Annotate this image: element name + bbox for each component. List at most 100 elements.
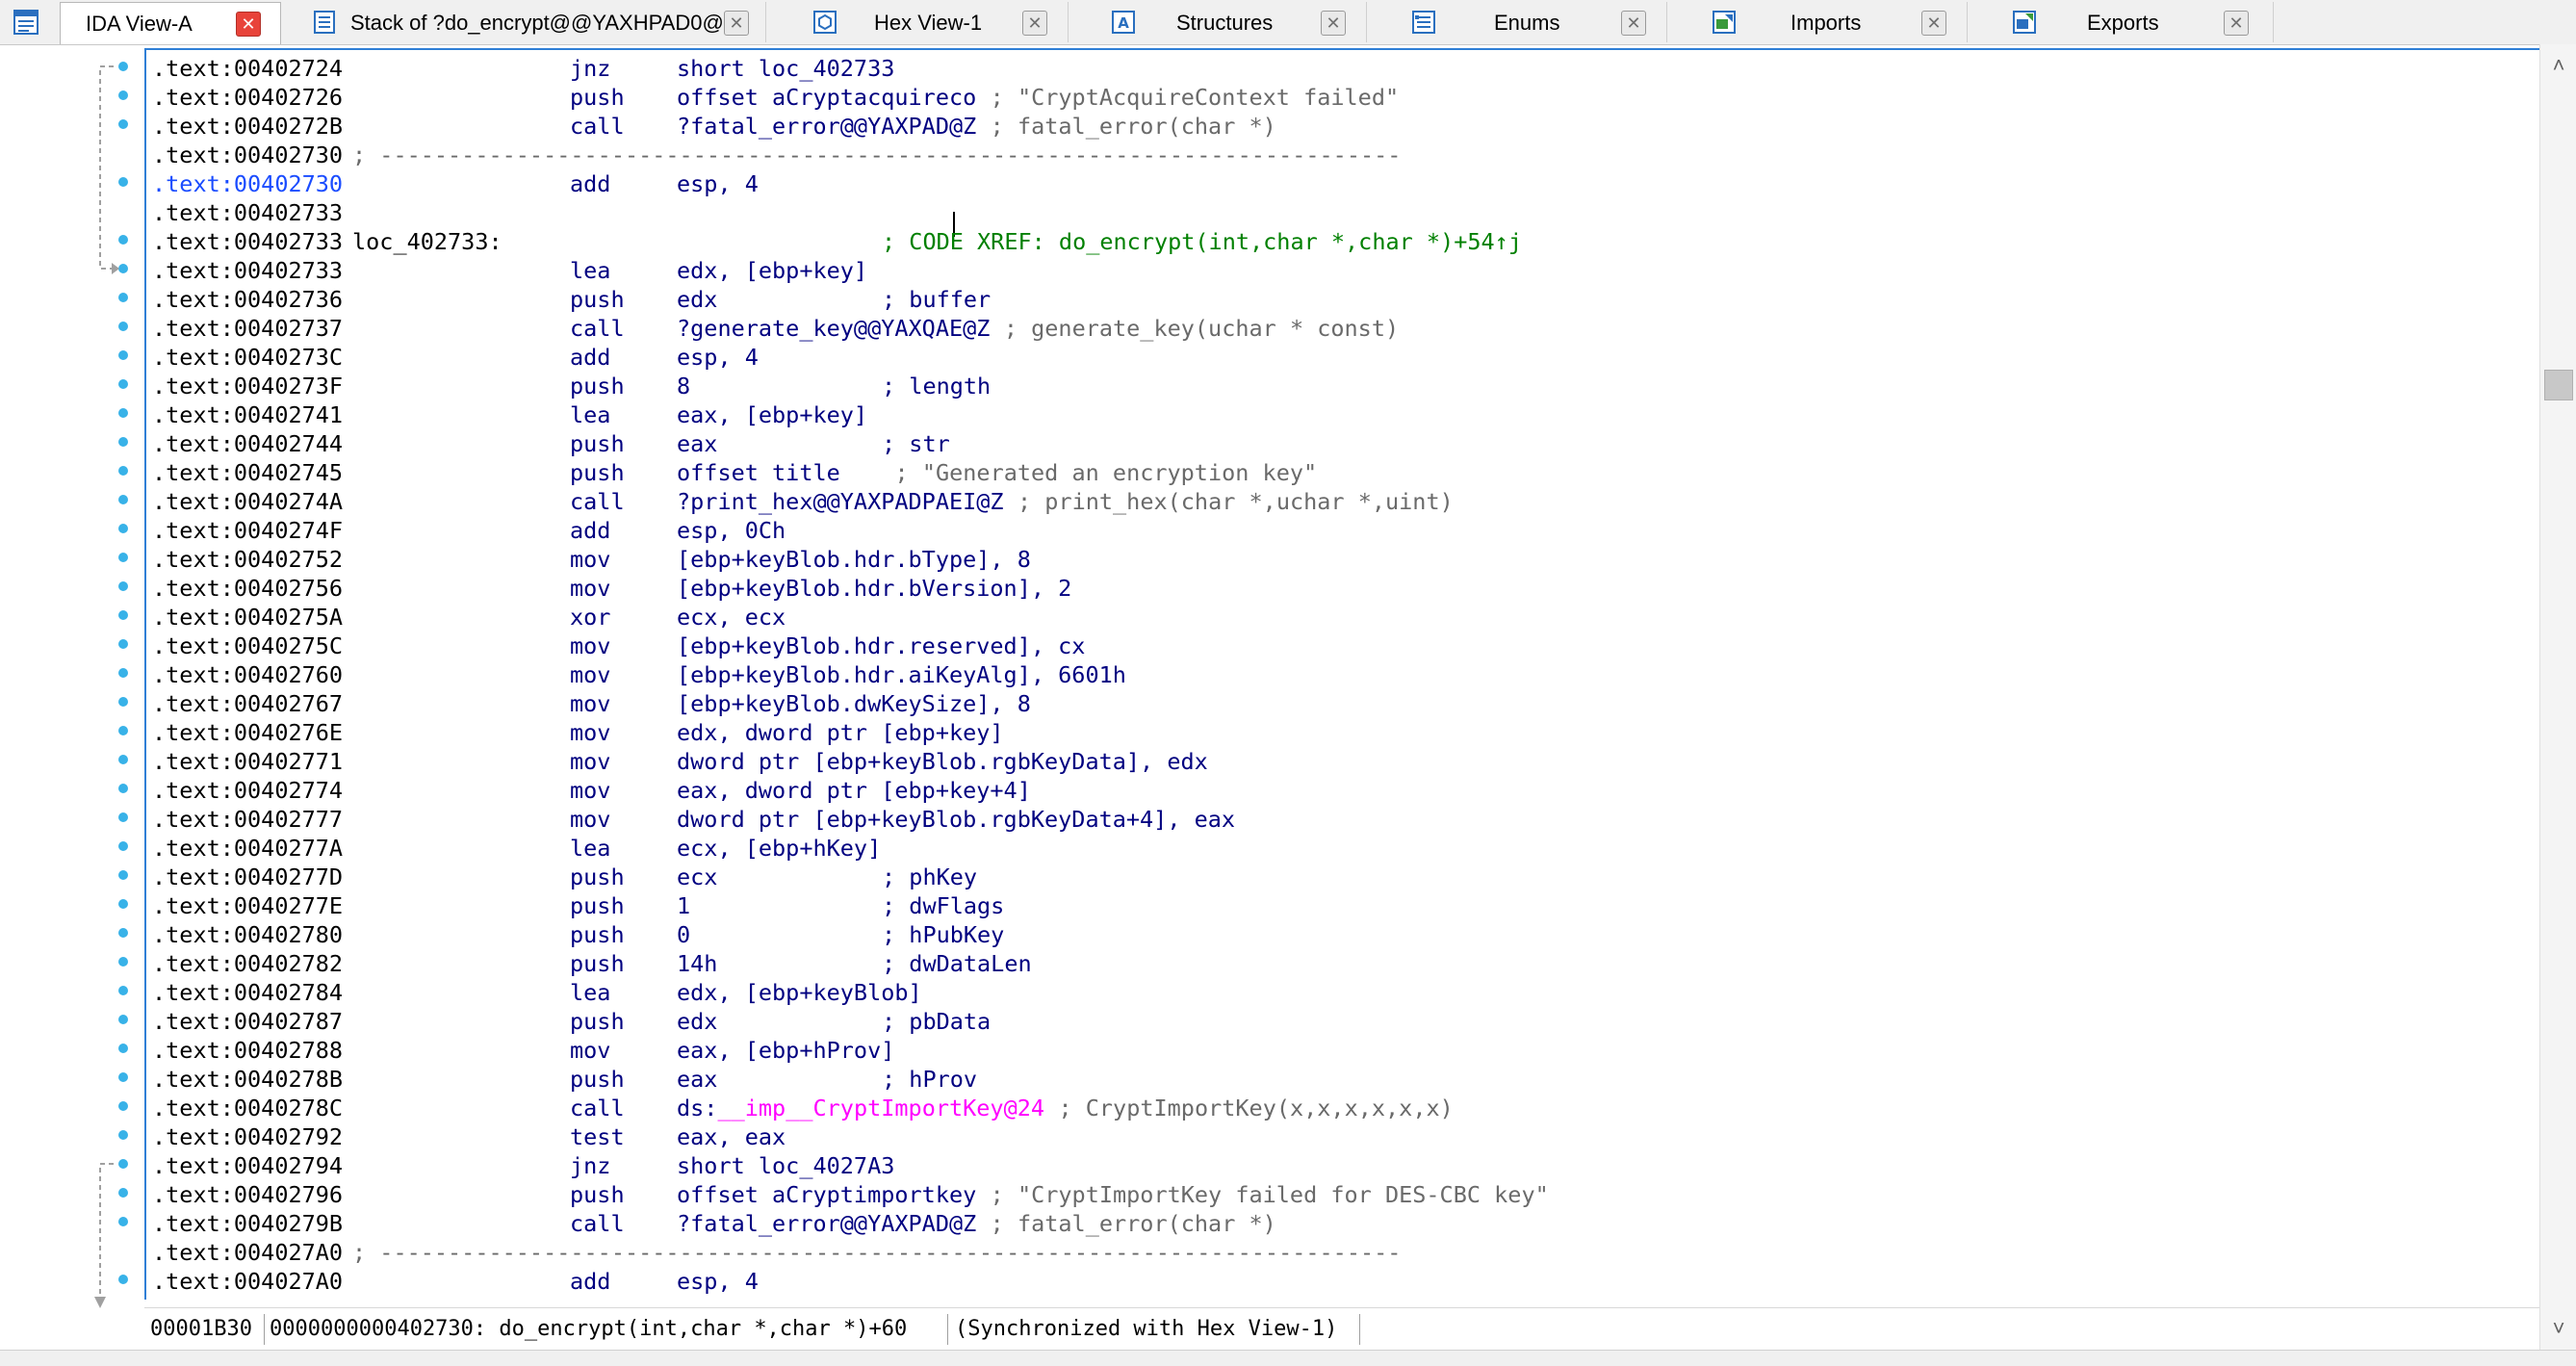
breakpoint-dot-icon xyxy=(118,235,128,245)
listing-line[interactable]: .text:00402745 push offset title ; "Generat… xyxy=(152,458,2530,487)
listing-line[interactable]: .text:0040274F add esp, 0Ch xyxy=(152,516,2530,545)
operands: ?fatal_error@@YAXPAD@Z xyxy=(677,1210,977,1237)
address: .text:00402730 xyxy=(152,142,344,168)
tab-imports[interactable]: Imports ✕ xyxy=(1698,2,1968,42)
tab-exports[interactable]: Exports ✕ xyxy=(1998,2,2274,42)
operands: [ebp+keyBlob.hdr.reserved], cx xyxy=(677,632,1086,659)
listing-line[interactable]: .text:00402733 xyxy=(152,198,2530,227)
listing-line[interactable]: .text:00402792 test eax, eax xyxy=(152,1122,2530,1151)
breakpoint-dot-icon xyxy=(118,350,128,360)
listing-line[interactable]: .text:00402796 push offset aCryptimportkey… xyxy=(152,1180,2530,1209)
listing-line[interactable]: .text:0040277D push ecx ; phKey xyxy=(152,863,2530,891)
vertical-scrollbar[interactable]: ˄ ˅ xyxy=(2539,44,2576,1350)
listing-line[interactable]: .text:0040277E push 1 ; dwFlags xyxy=(152,891,2530,920)
status-sync: (Synchronized with Hex View-1) xyxy=(955,1317,1338,1341)
argument-comment: ; pbData xyxy=(882,1008,992,1035)
listing-line[interactable]: .text:0040276E mov edx, dword ptr [ebp+key… xyxy=(152,718,2530,747)
listing-line[interactable]: .text:00402794 jnz short loc_4027A3 xyxy=(152,1151,2530,1180)
scroll-up-icon[interactable]: ˄ xyxy=(2540,48,2576,83)
close-icon[interactable]: ✕ xyxy=(1321,11,1346,36)
close-icon[interactable]: ✕ xyxy=(724,11,749,36)
tab-label: Exports xyxy=(2087,11,2159,35)
listing-line[interactable]: .text:00402733 loc_402733: ; CODE XREF: do… xyxy=(152,227,2530,256)
breakpoint-dot-icon xyxy=(118,870,128,880)
scroll-down-icon[interactable]: ˅ xyxy=(2540,1311,2576,1346)
tab-ida-view-a[interactable]: IDA View-A ✕ xyxy=(60,2,281,44)
scroll-thumb[interactable] xyxy=(2544,370,2573,400)
status-separator xyxy=(947,1314,948,1345)
tab-hex-view[interactable]: Hex View-1 ✕ xyxy=(799,2,1069,42)
listing-line[interactable]: .text:00402730 ; ------------------------… xyxy=(152,141,2530,169)
listing-line[interactable]: .text:0040272B call ?fatal_error@@YAXPAD@Z… xyxy=(152,112,2530,141)
mnemonic: mov xyxy=(570,661,611,688)
tab-structures[interactable]: A Structures ✕ xyxy=(1097,2,1367,42)
mnemonic: lea xyxy=(570,257,611,284)
listing-line[interactable]: .text:00402736 push edx ; buffer xyxy=(152,285,2530,314)
listing-line[interactable]: .text:0040273F push 8 ; length xyxy=(152,372,2530,400)
listing-line[interactable]: .text:00402730 add esp, 4 xyxy=(152,169,2530,198)
breakpoint-dot-icon xyxy=(118,119,128,129)
listing-line[interactable]: .text:00402771 mov dword ptr [ebp+keyBlob.… xyxy=(152,747,2530,776)
listing-line[interactable]: .text:0040279B call ?fatal_error@@YAXPAD@Z… xyxy=(152,1209,2530,1238)
address: .text:00402724 xyxy=(152,55,344,82)
close-icon[interactable]: ✕ xyxy=(1621,11,1646,36)
structures-icon: A xyxy=(1111,10,1136,35)
listing-line[interactable]: .text:004027A0 ; ------------------------… xyxy=(152,1238,2530,1267)
listing-line[interactable]: .text:00402724 jnz short loc_402733 xyxy=(152,54,2530,83)
listing-line[interactable]: .text:004027A0 add esp, 4 xyxy=(152,1267,2530,1296)
operands: ecx, ecx xyxy=(677,604,786,631)
enums-icon xyxy=(1411,10,1436,35)
argument-comment: ; dwDataLen xyxy=(882,950,1032,977)
mnemonic: jnz xyxy=(570,55,611,82)
listing-line[interactable]: .text:00402787 push edx ; pbData xyxy=(152,1007,2530,1036)
listing-line[interactable]: .text:0040277A lea ecx, [ebp+hKey] xyxy=(152,834,2530,863)
address: .text:00402733 xyxy=(152,199,344,226)
flow-gutter[interactable] xyxy=(0,45,142,1316)
listing-line[interactable]: .text:00402774 mov eax, dword ptr [ebp+key… xyxy=(152,776,2530,805)
listing-line[interactable]: .text:0040278C call ds: __imp__CryptImportK… xyxy=(152,1094,2530,1122)
breakpoint-dot-icon xyxy=(118,812,128,822)
status-line: 00001B30 0000000000402730: do_encrypt(in… xyxy=(144,1307,2539,1351)
operand-prefix: ds: xyxy=(677,1095,718,1121)
window-bottom-edge xyxy=(0,1350,2576,1366)
listing-line[interactable]: .text:00402733 lea edx, [ebp+key] xyxy=(152,256,2530,285)
operands: [ebp+keyBlob.hdr.bVersion], 2 xyxy=(677,575,1072,602)
tab-stack[interactable]: Stack of ?do_encrypt@@YAXHPAD0@Z ✕ xyxy=(298,2,766,42)
listing-line[interactable]: .text:00402782 push 14h ; dwDataLen xyxy=(152,949,2530,978)
listing-line[interactable]: .text:0040273C add esp, 4 xyxy=(152,343,2530,372)
breakpoint-dot-icon xyxy=(118,928,128,938)
listing-line[interactable]: .text:00402780 push 0 ; hPubKey xyxy=(152,920,2530,949)
listing-line[interactable]: .text:00402752 mov [ebp+keyBlob.hdr.bType]… xyxy=(152,545,2530,574)
mnemonic: call xyxy=(570,1095,625,1121)
close-icon[interactable]: ✕ xyxy=(1921,11,1946,36)
tab-enums[interactable]: Enums ✕ xyxy=(1398,2,1667,42)
listing-line[interactable]: .text:0040278B push eax ; hProv xyxy=(152,1065,2530,1094)
view-menu-icon[interactable] xyxy=(10,6,42,39)
breakpoint-dot-icon xyxy=(118,726,128,735)
listing-line[interactable]: .text:0040275A xor ecx, ecx xyxy=(152,603,2530,631)
disassembly-listing[interactable]: .text:00402724 jnz short loc_402733 .text:0… xyxy=(144,48,2539,1300)
close-icon[interactable]: ✕ xyxy=(1022,11,1047,36)
listing-line[interactable]: .text:00402756 mov [ebp+keyBlob.hdr.bVersi… xyxy=(152,574,2530,603)
listing-line[interactable]: .text:00402767 mov [ebp+keyBlob.dwKeySize]… xyxy=(152,689,2530,718)
argument-comment: ; dwFlags xyxy=(882,892,1005,919)
listing-line[interactable]: .text:00402737 call ?generate_key@@YAXQAE@… xyxy=(152,314,2530,343)
listing-line[interactable]: .text:00402784 lea edx, [ebp+keyBlob] xyxy=(152,978,2530,1007)
tab-label: Structures xyxy=(1176,11,1274,35)
breakpoint-dot-icon xyxy=(118,1044,128,1053)
listing-line[interactable]: .text:00402741 lea eax, [ebp+key] xyxy=(152,400,2530,429)
listing-line[interactable]: .text:0040275C mov [ebp+keyBlob.hdr.reserv… xyxy=(152,631,2530,660)
listing-line[interactable]: .text:00402726 push offset aCryptacquireco… xyxy=(152,83,2530,112)
comment: ; "Generated an encryption key" xyxy=(894,459,1318,486)
close-icon[interactable]: ✕ xyxy=(2224,11,2249,36)
listing-line[interactable]: .text:00402744 push eax ; str xyxy=(152,429,2530,458)
address: .text:00402788 xyxy=(152,1037,344,1064)
close-icon[interactable]: ✕ xyxy=(236,12,261,37)
imports-icon xyxy=(1712,10,1737,35)
listing-line[interactable]: .text:00402788 mov eax, [ebp+hProv] xyxy=(152,1036,2530,1065)
address: .text:00402771 xyxy=(152,748,344,775)
listing-line[interactable]: .text:00402777 mov dword ptr [ebp+keyBlob.… xyxy=(152,805,2530,834)
listing-line[interactable]: .text:0040274A call ?print_hex@@YAXPADPAEI… xyxy=(152,487,2530,516)
listing-line[interactable]: .text:00402760 mov [ebp+keyBlob.hdr.aiKeyA… xyxy=(152,660,2530,689)
breakpoint-dot-icon xyxy=(118,1101,128,1111)
